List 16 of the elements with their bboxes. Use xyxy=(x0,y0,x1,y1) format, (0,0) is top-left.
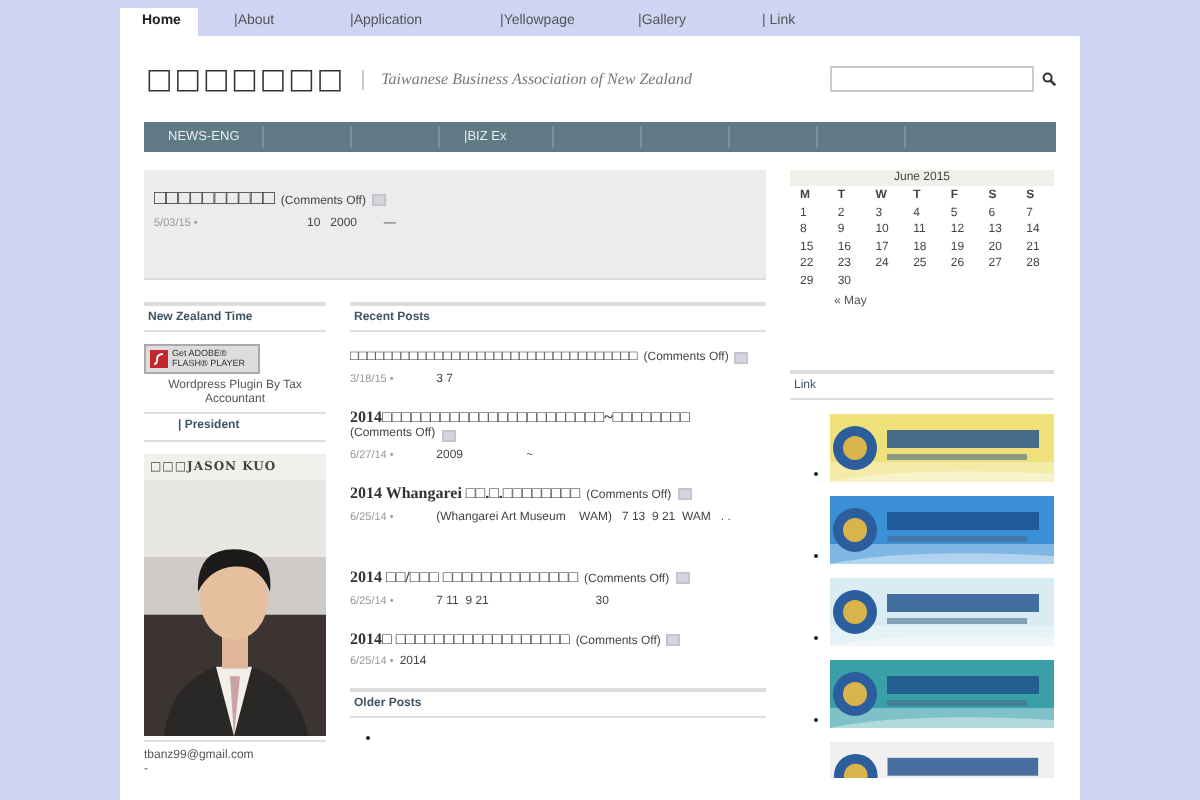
site-logo[interactable]: □□□□□□□ xyxy=(146,63,346,95)
post-title[interactable]: 2014 □□/□□□ □□□□□□□□□□□□□□ xyxy=(350,567,579,589)
comment-icon xyxy=(371,193,386,205)
flash-icon xyxy=(150,350,168,368)
post-title[interactable]: 2014□ □□□□□□□□□□□□□□□□□□ xyxy=(350,629,570,650)
post-title[interactable]: 2014□□□□□□□□□□□□□□□□□□□□□□□~□□□□□□□□ xyxy=(350,407,690,429)
comment-icon xyxy=(734,351,749,364)
comment-icon xyxy=(677,488,692,501)
search-icon xyxy=(1042,72,1056,86)
comment-icon xyxy=(666,633,681,646)
post-title[interactable]: 2014 Whangarei □□.□.□□□□□□□□ xyxy=(350,483,581,505)
post-title[interactable]: □□□□□□□□□□ xyxy=(154,186,275,212)
comment-icon xyxy=(675,572,690,585)
site-tagline: Taiwanese Business Association of New Zealand xyxy=(381,70,694,88)
search-field[interactable] xyxy=(830,66,1034,92)
comment-icon xyxy=(441,430,456,443)
